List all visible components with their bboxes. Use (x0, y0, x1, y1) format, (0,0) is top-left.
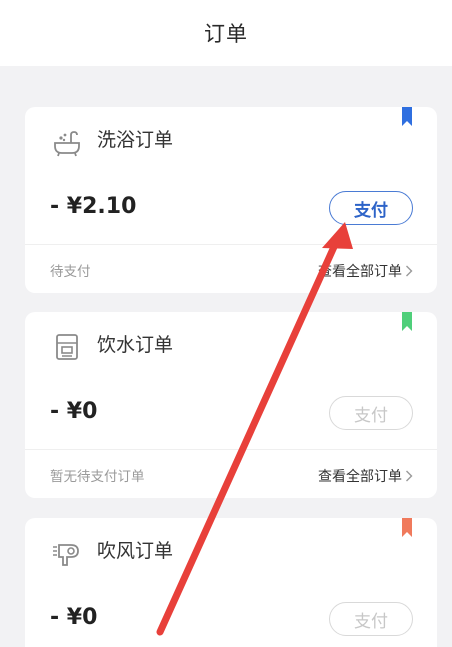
chevron-right-icon (406, 470, 413, 482)
pay-button[interactable]: 支付 (329, 602, 413, 636)
card-header: 饮水订单 (25, 312, 437, 376)
divider (25, 449, 437, 450)
bath-icon (51, 126, 83, 158)
card-title: 饮水订单 (97, 334, 174, 356)
bookmark-icon (402, 312, 412, 331)
order-status: 暂无待支付订单 (50, 469, 145, 485)
page-title: 订单 (204, 22, 248, 46)
order-amount: - ¥0 (50, 399, 98, 424)
pay-button[interactable]: 支付 (329, 396, 413, 430)
top-bar: 订单 (0, 0, 452, 66)
view-all-label: 查看全部订单 (318, 469, 402, 485)
bookmark-icon (402, 518, 412, 537)
order-amount: - ¥0 (50, 605, 98, 630)
order-status: 待支付 (50, 264, 91, 280)
hair-dryer-order-card: 吹风订单 - ¥0 支付 (25, 518, 437, 647)
view-all-label: 查看全部订单 (318, 264, 402, 280)
bath-order-card: 洗浴订单 - ¥2.10 支付 待支付 查看全部订单 (25, 107, 437, 293)
order-amount: - ¥2.10 (50, 194, 137, 219)
chevron-right-icon (406, 265, 413, 277)
card-title: 吹风订单 (97, 540, 174, 562)
pay-button[interactable]: 支付 (329, 191, 413, 225)
bookmark-icon (402, 107, 412, 126)
card-header: 洗浴订单 (25, 107, 437, 171)
water-dispenser-icon (51, 331, 83, 363)
view-all-orders-link[interactable]: 查看全部订单 (318, 261, 413, 281)
card-title: 洗浴订单 (97, 129, 174, 151)
card-header: 吹风订单 (25, 518, 437, 582)
hair-dryer-icon (51, 537, 83, 569)
view-all-orders-link[interactable]: 查看全部订单 (318, 466, 413, 486)
water-order-card: 饮水订单 - ¥0 支付 暂无待支付订单 查看全部订单 (25, 312, 437, 498)
divider (25, 244, 437, 245)
